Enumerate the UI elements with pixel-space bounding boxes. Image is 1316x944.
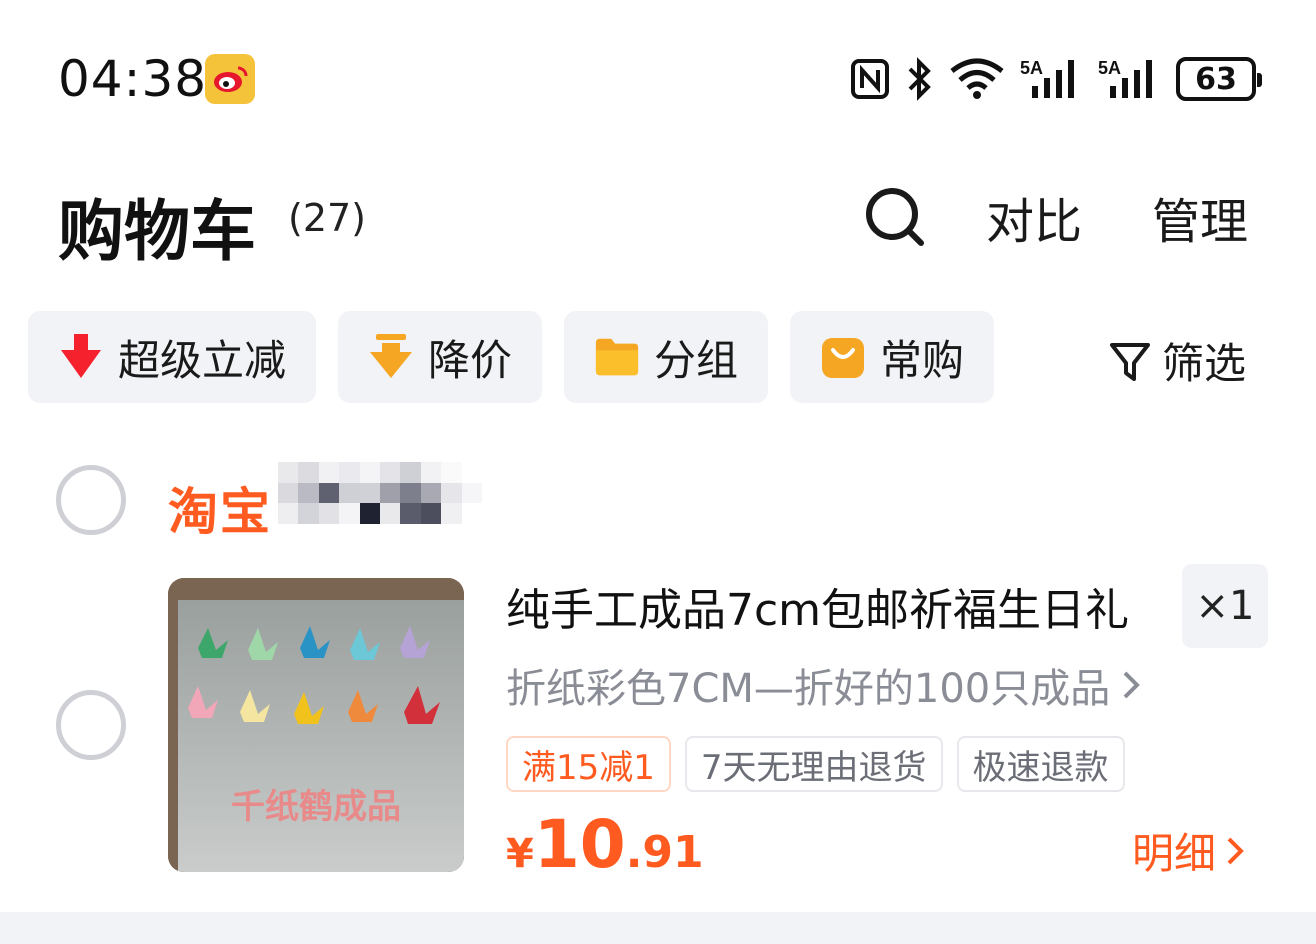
chip-label: 超级立减 (118, 335, 287, 385)
battery-level: 63 (1195, 61, 1237, 97)
chip-label: 降价 (428, 335, 513, 385)
nfc-icon (850, 58, 890, 100)
return-tag: 7天无理由退货 (684, 736, 943, 792)
chip-frequent[interactable]: 常购 (790, 311, 995, 403)
page-title: 购物车 (58, 193, 256, 270)
section-divider (0, 912, 1316, 944)
promo-tag: 满15减1 (506, 736, 671, 792)
price-integer: 10 (533, 806, 626, 883)
battery-icon: 63 (1176, 57, 1262, 101)
service-tags: 满15减1 7天无理由退货 极速退款 (506, 736, 1125, 792)
bluetooth-icon (904, 57, 934, 101)
signal-icon: 5A (1098, 56, 1162, 102)
filter-label: 筛选 (1162, 339, 1247, 388)
filter-chips: 超级立减 降价 分组 常购 (28, 311, 995, 403)
status-time: 04:38 (58, 50, 208, 108)
signal-icon: 5A (1020, 56, 1084, 102)
arrow-down-icon (58, 334, 104, 380)
search-button[interactable] (864, 186, 926, 248)
product-thumbnail[interactable]: 千纸鹤成品 (168, 578, 464, 872)
store-name[interactable]: 淘宝 (168, 472, 272, 544)
signal1-label: 5A (1020, 58, 1043, 78)
cart-count: (27) (288, 196, 367, 240)
signal2-label: 5A (1098, 58, 1121, 78)
refund-tag: 极速退款 (956, 736, 1125, 792)
search-icon (866, 188, 924, 246)
manage-button[interactable]: 管理 (1152, 182, 1248, 252)
bag-icon (820, 334, 866, 380)
filter-icon (1110, 342, 1150, 381)
detail-label: 明细 (1132, 829, 1217, 878)
status-bar: 04:38 5A 5A 63 (0, 0, 1316, 160)
item-select-radio[interactable] (56, 690, 126, 760)
status-icons: 5A 5A 63 (850, 54, 1262, 104)
quantity-badge[interactable]: ×1 (1182, 564, 1268, 648)
cart-header: 购物车 (27) 对比 管理 (0, 160, 1316, 270)
filter-button[interactable]: 筛选 (1108, 330, 1246, 391)
chevron-right-icon (1227, 837, 1244, 864)
price-drop-icon (368, 334, 414, 380)
folder-icon (594, 334, 640, 380)
chip-super-discount[interactable]: 超级立减 (28, 311, 317, 403)
sku-selector[interactable]: 折纸彩色7CM—折好的100只成品 (506, 656, 1142, 714)
image-caption: 千纸鹤成品 (231, 787, 401, 827)
store-select-radio[interactable] (56, 465, 126, 535)
chevron-right-icon (1123, 671, 1141, 699)
store-name-mosaic (278, 462, 482, 524)
compare-button[interactable]: 对比 (986, 182, 1082, 252)
price-detail-button[interactable]: 明细 (1132, 820, 1246, 881)
chip-group[interactable]: 分组 (564, 311, 769, 403)
chip-label: 分组 (654, 335, 739, 385)
weibo-icon (205, 54, 255, 104)
product-title[interactable]: 纯手工成品7cm包邮祈福生日礼 (506, 574, 1129, 638)
price: ¥ 10 .91 (506, 806, 704, 883)
chip-label: 常购 (880, 335, 965, 385)
chip-price-drop[interactable]: 降价 (338, 311, 543, 403)
sku-label: 折纸彩色7CM—折好的100只成品 (506, 666, 1111, 712)
price-currency: ¥ (506, 831, 534, 877)
wifi-icon (948, 57, 1006, 101)
price-decimal: .91 (625, 827, 704, 878)
